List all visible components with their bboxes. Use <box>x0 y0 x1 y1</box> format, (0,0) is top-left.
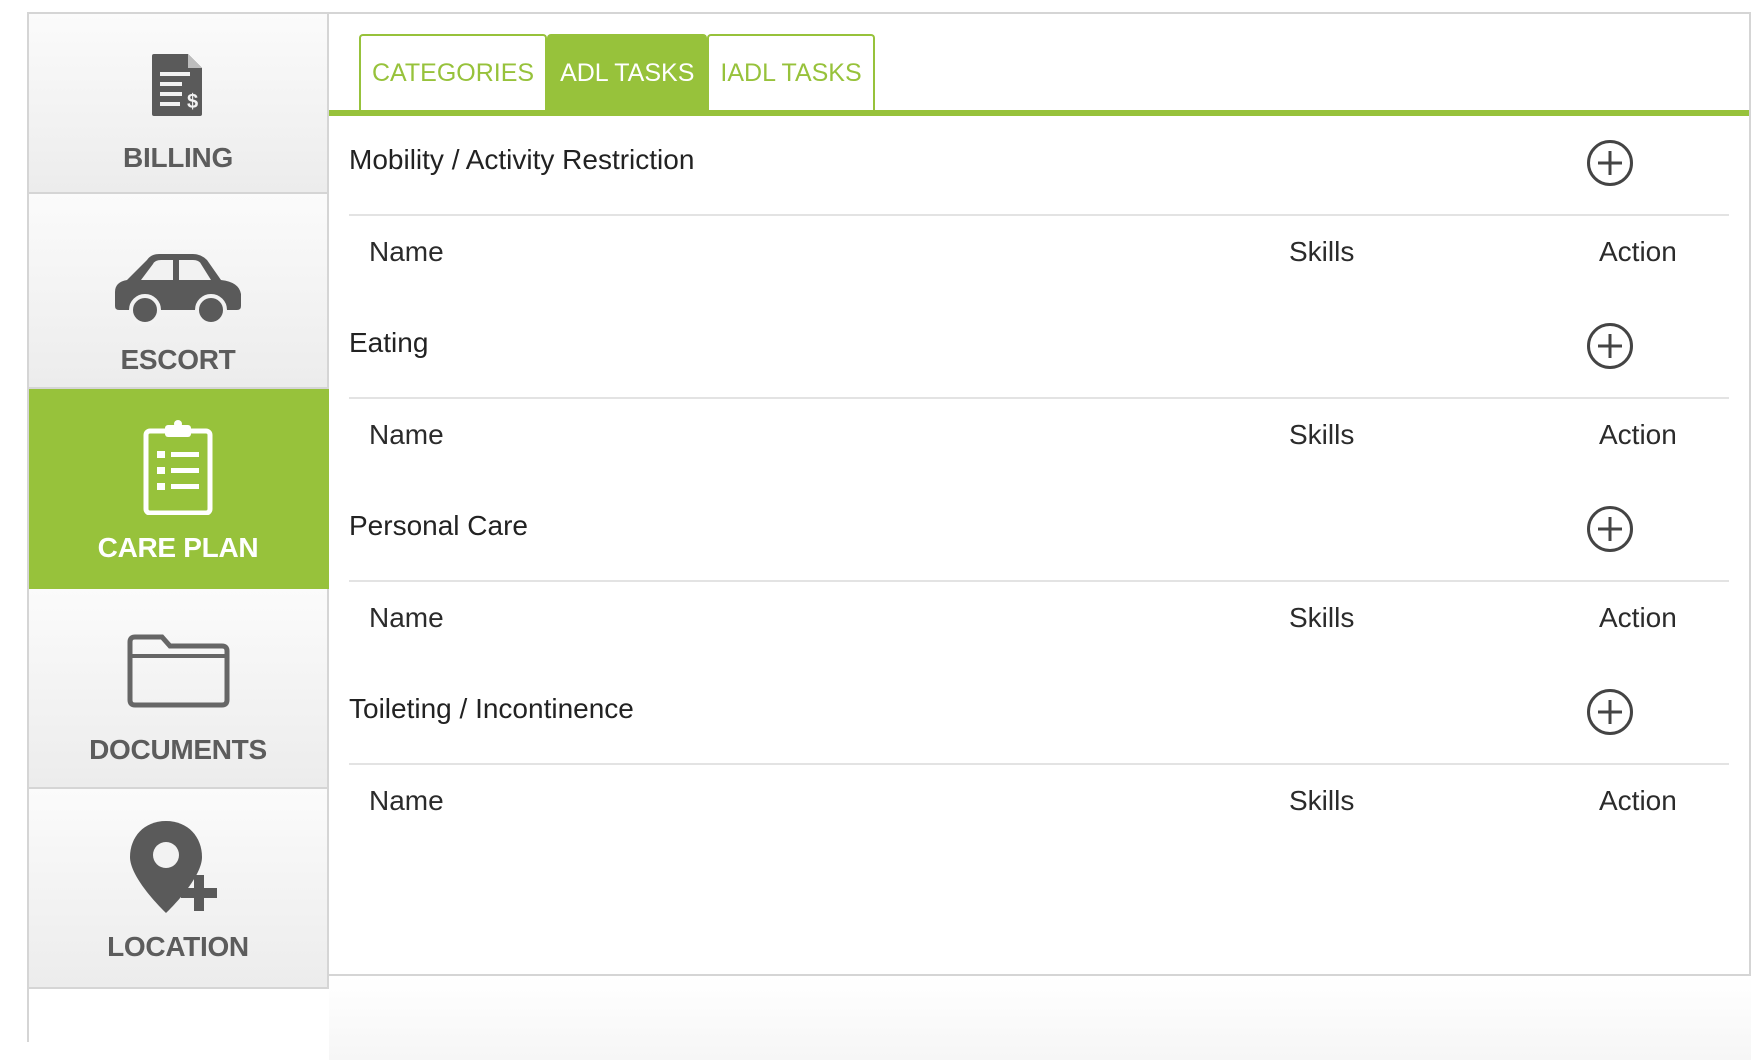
column-header-skills: Skills <box>1289 785 1355 816</box>
clipboard-icon <box>29 419 327 515</box>
add-task-button[interactable] <box>1585 687 1635 737</box>
column-header-name: Name <box>369 785 444 816</box>
plus-circle-icon <box>1587 323 1633 369</box>
column-header-action: Action <box>1599 236 1677 267</box>
column-header-skills: Skills <box>1289 419 1355 450</box>
sidebar-item-documents[interactable]: DOCUMENTS <box>29 589 329 789</box>
sidebar-item-care-plan[interactable]: CARE PLAN <box>29 389 329 589</box>
section-title: Mobility / Activity Restriction <box>349 144 695 175</box>
column-header-name: Name <box>369 602 444 633</box>
tab-bar: CATEGORIES ADL TASKS IADL TASKS <box>359 34 875 112</box>
plus-circle-icon <box>1587 140 1633 186</box>
car-icon <box>29 252 327 328</box>
tab-iadl-tasks[interactable]: IADL TASKS <box>707 34 875 110</box>
divider <box>349 214 1729 216</box>
sidebar-item-label: BILLING <box>123 142 233 173</box>
divider <box>349 763 1729 765</box>
main-panel: CATEGORIES ADL TASKS IADL TASKS Mobility… <box>329 12 1751 976</box>
plus-circle-icon <box>1587 506 1633 552</box>
plus-circle-icon <box>1587 689 1633 735</box>
divider <box>349 397 1729 399</box>
column-header-skills: Skills <box>1289 236 1355 267</box>
bottom-shadow <box>329 976 1751 1060</box>
section-title: Eating <box>349 327 429 358</box>
divider <box>349 580 1729 582</box>
sidebar-nav: $ BILLING ESCORT CARE PLAN DOCUMENTS LOC… <box>27 12 329 1042</box>
task-section: Mobility / Activity Restriction Name Ski… <box>349 116 1729 322</box>
svg-text:$: $ <box>187 91 198 113</box>
sidebar-item-billing[interactable]: $ BILLING <box>29 14 329 194</box>
sidebar-item-location[interactable]: LOCATION <box>29 789 329 989</box>
column-header-action: Action <box>1599 602 1677 633</box>
add-task-button[interactable] <box>1585 321 1635 371</box>
column-header-name: Name <box>369 419 444 450</box>
column-header-name: Name <box>369 236 444 267</box>
sidebar-item-label: ESCORT <box>120 344 236 375</box>
column-header-action: Action <box>1599 785 1677 816</box>
folder-icon <box>29 634 327 708</box>
add-task-button[interactable] <box>1585 138 1635 188</box>
tab-adl-tasks[interactable]: ADL TASKS <box>547 34 708 110</box>
sidebar-item-label: CARE PLAN <box>97 532 259 563</box>
sidebar-item-escort[interactable]: ESCORT <box>29 194 329 389</box>
tab-categories[interactable]: CATEGORIES <box>359 34 548 110</box>
section-title: Toileting / Incontinence <box>349 693 634 724</box>
task-section: Personal Care Name Skills Action <box>349 482 1729 688</box>
task-section: Toileting / Incontinence Name Skills Act… <box>349 665 1729 871</box>
billing-icon: $ <box>29 52 327 118</box>
sidebar-item-label: DOCUMENTS <box>89 734 267 765</box>
column-header-action: Action <box>1599 419 1677 450</box>
sidebar-item-label: LOCATION <box>107 931 249 962</box>
app-root: $ BILLING ESCORT CARE PLAN DOCUMENTS LOC… <box>0 0 1762 1060</box>
add-task-button[interactable] <box>1585 504 1635 554</box>
column-header-skills: Skills <box>1289 602 1355 633</box>
section-title: Personal Care <box>349 510 528 541</box>
task-section: Eating Name Skills Action <box>349 299 1729 505</box>
add-location-icon <box>29 819 327 915</box>
